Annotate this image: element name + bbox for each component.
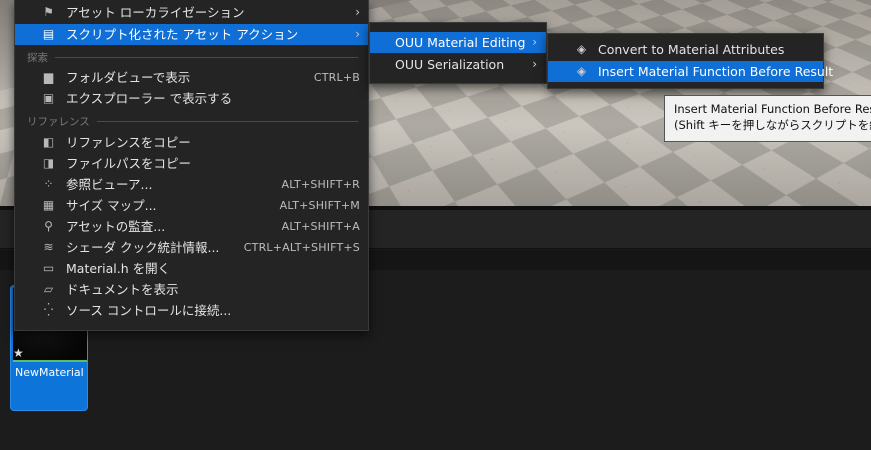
source-control-icon: ⁛ <box>43 303 54 317</box>
chevron-right-icon: › <box>355 27 360 41</box>
shortcut-label: ALT+SHIFT+A <box>281 220 360 233</box>
shortcut-label: ALT+SHIFT+M <box>279 199 360 212</box>
submenu-item-ouu-material-editing[interactable]: OUU Material Editing › <box>370 32 546 53</box>
flag-icon: ⚑ <box>43 5 54 19</box>
asset-label: NewMaterial <box>15 366 84 379</box>
shader-stats-icon: ≋ <box>43 240 54 254</box>
section-divider <box>55 57 358 58</box>
menu-item-copy-reference[interactable]: ◧ リファレンスをコピー <box>15 132 368 153</box>
menu-item-label: サイズ マップ... <box>66 198 157 213</box>
chevron-right-icon: › <box>532 35 537 49</box>
favorite-star-icon[interactable]: ★ <box>13 346 24 360</box>
submenu-item-label: OUU Serialization <box>395 57 505 72</box>
audit-icon: ⚲ <box>44 219 53 233</box>
menu-item-label: エクスプローラー で表示する <box>66 91 233 106</box>
action-diamond-icon: ◈ <box>576 64 587 78</box>
section-divider <box>97 121 358 122</box>
menu-item-label: Material.h を開く <box>66 261 171 276</box>
section-header-references: リファレンス <box>27 116 90 128</box>
menu-item-show-in-explorer[interactable]: ▣ エクスプローラー で表示する <box>15 88 368 109</box>
submenu-item-ouu-serialization[interactable]: OUU Serialization › <box>370 54 546 75</box>
copy-reference-icon: ◧ <box>42 135 55 149</box>
submenu-item-label: OUU Material Editing <box>395 35 526 50</box>
menu-item-label: フォルダビューで表示 <box>66 70 191 85</box>
menu-item-shader-cook-stats[interactable]: ≋ シェーダ クック統計情報... CTRL+ALT+SHIFT+S <box>15 237 368 258</box>
menu-item-label: スクリプト化された アセット アクション <box>66 27 299 42</box>
chevron-right-icon: › <box>355 5 360 19</box>
menu-item-view-documentation[interactable]: ▱ ドキュメントを表示 <box>15 279 368 300</box>
submenu-item-label: Insert Material Function Before Result <box>598 64 834 79</box>
tooltip-line-2: (Shift キーを押しながらスクリプトを編 <box>674 118 871 132</box>
menu-item-scripted-asset-actions[interactable]: ▤ スクリプト化された アセット アクション › <box>15 24 368 45</box>
menu-item-show-in-folder-view[interactable]: ▆ フォルダビューで表示 CTRL+B <box>15 67 368 88</box>
menu-item-asset-localization[interactable]: ⚑ アセット ローカライゼーション › <box>15 2 368 23</box>
scripted-actions-submenu: OUU Material Editing › OUU Serialization… <box>369 22 547 84</box>
script-icon: ▤ <box>42 27 55 41</box>
submenu-item-insert-material-function[interactable]: ◈ Insert Material Function Before Result <box>548 61 833 82</box>
reference-viewer-icon: ⁘ <box>43 177 54 191</box>
menu-item-size-map[interactable]: ▦ サイズ マップ... ALT+SHIFT+M <box>15 195 368 216</box>
asset-context-menu: ⚑ アセット ローカライゼーション › ▤ スクリプト化された アセット アクシ… <box>14 0 369 331</box>
menu-item-label: アセット ローカライゼーション <box>66 5 245 20</box>
menu-item-label: アセットの監査... <box>66 219 166 234</box>
material-editing-submenu: ◈ Convert to Material Attributes ◈ Inser… <box>547 33 833 89</box>
menu-item-reference-viewer[interactable]: ⁘ 参照ビューア... ALT+SHIFT+R <box>15 174 368 195</box>
tooltip-line-1: Insert Material Function Before Resu <box>674 102 871 116</box>
action-diamond-icon: ◈ <box>576 42 587 56</box>
menu-item-copy-file-path[interactable]: ◨ ファイルパスをコピー <box>15 153 368 174</box>
size-map-icon: ▦ <box>42 198 55 212</box>
menu-item-label: リファレンスをコピー <box>66 135 191 150</box>
explorer-icon: ▣ <box>42 91 55 105</box>
menu-item-open-material-h[interactable]: ▭ Material.h を開く <box>15 258 368 279</box>
menu-item-label: シェーダ クック統計情報... <box>66 240 220 255</box>
shortcut-label: ALT+SHIFT+R <box>281 178 360 191</box>
shortcut-label: CTRL+B <box>313 71 360 84</box>
menu-item-audit-assets[interactable]: ⚲ アセットの監査... ALT+SHIFT+A <box>15 216 368 237</box>
submenu-item-convert-to-material-attributes[interactable]: ◈ Convert to Material Attributes <box>548 39 823 60</box>
section-header-explore: 探索 <box>27 52 48 64</box>
menu-item-label: ドキュメントを表示 <box>66 282 179 297</box>
menu-item-label: ファイルパスをコピー <box>66 156 192 171</box>
folder-icon: ▆ <box>43 70 54 84</box>
chevron-right-icon: › <box>532 57 537 71</box>
action-tooltip: Insert Material Function Before Resu (Sh… <box>664 95 871 142</box>
header-file-icon: ▭ <box>42 261 55 275</box>
menu-item-connect-source-control[interactable]: ⁛ ソース コントロールに接続... <box>15 300 368 321</box>
documentation-icon: ▱ <box>43 282 54 296</box>
copy-path-icon: ◨ <box>42 156 55 170</box>
shortcut-label: CTRL+ALT+SHIFT+S <box>243 241 360 254</box>
submenu-item-label: Convert to Material Attributes <box>598 42 785 57</box>
menu-item-label: 参照ビューア... <box>66 177 153 192</box>
menu-item-label: ソース コントロールに接続... <box>66 303 232 318</box>
